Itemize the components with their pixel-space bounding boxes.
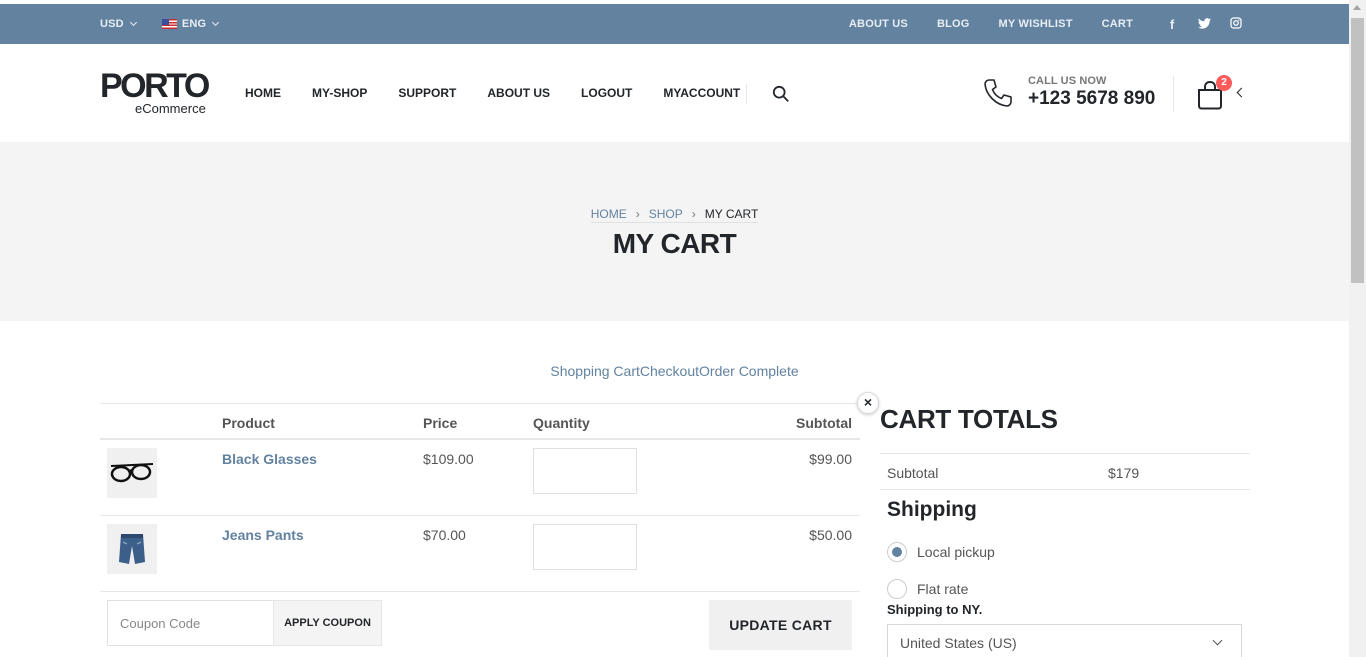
shipping-option-flat-rate[interactable]: Flat rate: [887, 579, 968, 599]
nav-divider: [746, 84, 747, 104]
logo-subtitle: eCommerce: [135, 101, 206, 116]
breadcrumb-current: MY CART: [704, 207, 759, 221]
nav-support[interactable]: SUPPORT: [398, 86, 456, 100]
shipping-title: Shipping: [887, 498, 977, 521]
product-price: $70.00: [423, 527, 466, 543]
call-label: CALL US NOW: [1028, 75, 1107, 87]
twitter-icon[interactable]: [1197, 17, 1211, 32]
apply-coupon-button[interactable]: APPLY COUPON: [273, 600, 382, 646]
cart-totals: CART TOTALS Subtotal $179 Shipping Local…: [880, 400, 1250, 657]
facebook-icon[interactable]: f: [1165, 17, 1179, 32]
header-subtotal: Subtotal: [796, 415, 852, 431]
header-divider: [1173, 76, 1174, 112]
instagram-icon[interactable]: [1229, 16, 1243, 32]
quantity-input[interactable]: [533, 448, 637, 494]
product-thumbnail[interactable]: [107, 448, 157, 498]
language-label: ENG: [181, 18, 207, 30]
subtotal-value: $179: [1108, 465, 1140, 481]
product-price: $109.00: [423, 451, 474, 467]
main-nav: HOME MY-SHOP SUPPORT ABOUT US LOGOUT MYA…: [245, 86, 740, 100]
breadcrumb-separator-icon: ›: [635, 207, 640, 221]
top-link-cart[interactable]: CART: [1102, 18, 1133, 30]
top-link-about-us[interactable]: ABOUT US: [849, 18, 908, 30]
breadcrumb-shop[interactable]: SHOP: [649, 207, 683, 221]
subtotal-label: Subtotal: [887, 465, 939, 481]
page-scrollbar[interactable]: [1349, 0, 1366, 657]
top-bar-links: ABOUT US BLOG MY WISHLIST CART f: [820, 4, 1243, 44]
glasses-icon: [110, 463, 154, 483]
logo[interactable]: PORTO eCommerce: [100, 67, 215, 116]
main-header: PORTO eCommerce HOME MY-SHOP SUPPORT ABO…: [0, 44, 1349, 142]
subtotal-row: Subtotal $179: [880, 453, 1250, 490]
chevron-down-icon: [1212, 635, 1223, 646]
nav-about-us[interactable]: ABOUT US: [487, 86, 550, 100]
chevron-left-icon[interactable]: [1236, 87, 1247, 98]
jeans-icon: [119, 534, 145, 564]
page-title-band: HOME › SHOP › MY CART MY CART: [0, 142, 1349, 321]
search-icon[interactable]: [772, 85, 790, 103]
product-name[interactable]: Jeans Pants: [222, 527, 304, 543]
country-selected-value: United States (US): [900, 635, 1017, 651]
checkout-steps[interactable]: Shopping CartCheckoutOrder Complete: [0, 363, 1349, 379]
header-price: Price: [423, 415, 458, 431]
currency-label: USD: [100, 18, 124, 30]
product-subtotal: $99.00: [809, 451, 852, 467]
radio-button-selected[interactable]: [887, 542, 907, 562]
product-subtotal: $50.00: [809, 527, 852, 543]
nav-my-account[interactable]: MYACCOUNT: [663, 86, 740, 100]
nav-my-shop[interactable]: MY-SHOP: [312, 86, 367, 100]
update-cart-button[interactable]: UPDATE CART: [709, 600, 852, 650]
chevron-down-icon: [129, 18, 137, 27]
header-product: Product: [222, 415, 275, 431]
currency-switcher[interactable]: USD: [100, 18, 137, 30]
nav-home[interactable]: HOME: [245, 86, 281, 100]
scrollbar-thumb[interactable]: [1351, 18, 1364, 283]
scroll-up-arrow-icon[interactable]: [1353, 5, 1361, 10]
header-quantity: Quantity: [533, 415, 590, 431]
cart-table-header: Product Price Quantity Subtotal: [100, 403, 860, 440]
shipping-option-label: Flat rate: [917, 581, 969, 597]
quantity-input[interactable]: [533, 524, 637, 570]
call-us: CALL US NOW +123 5678 890: [1028, 75, 1155, 110]
close-icon[interactable]: ×: [857, 392, 879, 414]
product-thumbnail[interactable]: [107, 524, 157, 574]
phone-number[interactable]: +123 5678 890: [1028, 88, 1155, 110]
top-link-wishlist[interactable]: MY WISHLIST: [999, 18, 1073, 30]
cart-actions: APPLY COUPON UPDATE CART: [100, 593, 860, 657]
radio-button[interactable]: [887, 579, 907, 599]
cart-table: Product Price Quantity Subtotal Black Gl…: [100, 403, 860, 592]
top-bar: USD ENG ABOUT US BLOG MY WISHLIST CART f: [0, 4, 1349, 44]
breadcrumb: HOME › SHOP › MY CART: [0, 207, 1349, 223]
product-name[interactable]: Black Glasses: [222, 451, 317, 467]
cart-count-badge: 2: [1216, 75, 1232, 91]
coupon-code-input[interactable]: [107, 600, 274, 646]
breadcrumb-separator-icon: ›: [691, 207, 696, 221]
language-switcher[interactable]: ENG: [161, 18, 220, 30]
top-bar-left: USD ENG: [100, 4, 220, 44]
logo-wordmark: PORTO: [100, 67, 210, 105]
cart-totals-title: CART TOTALS: [880, 404, 1058, 434]
nav-logout[interactable]: LOGOUT: [581, 86, 632, 100]
us-flag-icon: [161, 19, 177, 29]
country-select[interactable]: United States (US): [887, 624, 1242, 657]
page-title: MY CART: [612, 228, 737, 259]
top-link-blog[interactable]: BLOG: [937, 18, 970, 30]
phone-icon: [984, 79, 1012, 107]
table-row: Jeans Pants $70.00 $50.00: [100, 516, 860, 592]
social-links: f: [1165, 17, 1243, 32]
chevron-down-icon: [212, 18, 220, 27]
shipping-destination: Shipping to NY.: [887, 602, 983, 617]
shipping-option-label: Local pickup: [917, 544, 995, 560]
table-row: Black Glasses $109.00 $99.00: [100, 440, 860, 516]
breadcrumb-home[interactable]: HOME: [591, 207, 627, 221]
shipping-option-local-pickup[interactable]: Local pickup: [887, 542, 995, 562]
